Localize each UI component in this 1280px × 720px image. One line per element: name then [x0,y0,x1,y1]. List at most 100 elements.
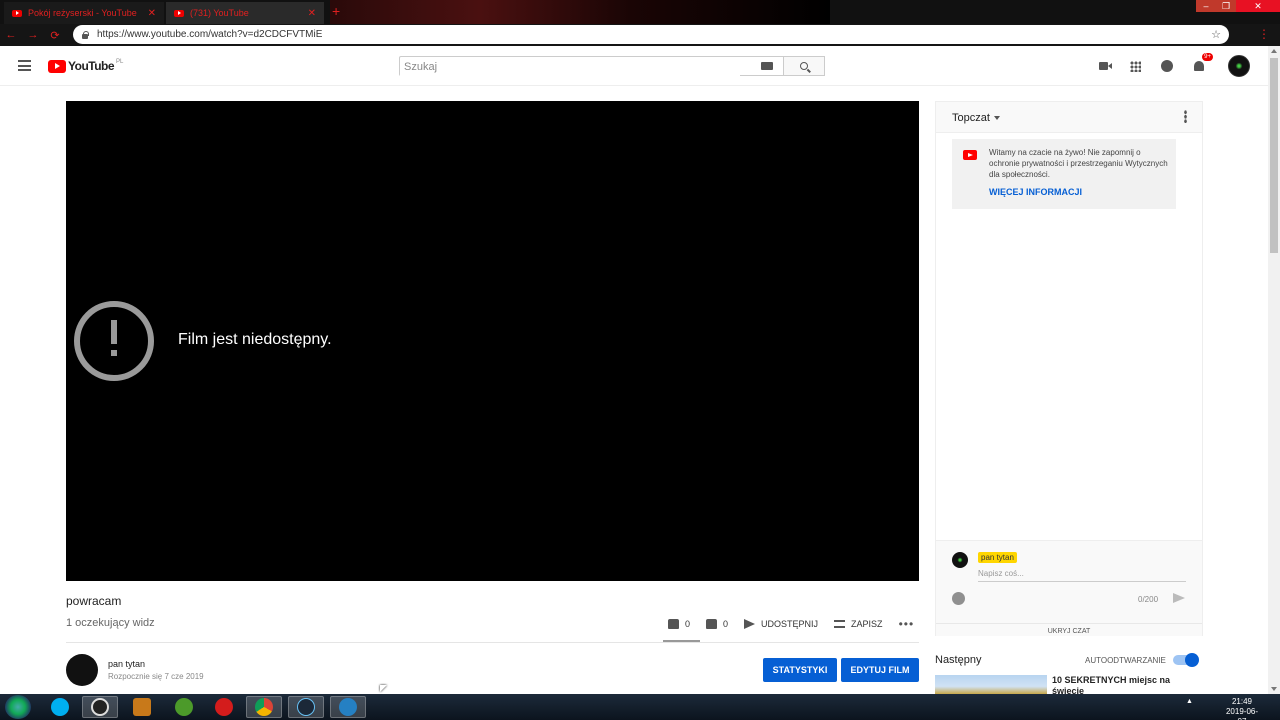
video-title: powracam [66,594,122,608]
logo-wordmark: YouTube [68,59,115,73]
keyboard-icon[interactable] [761,62,773,70]
autoplay-toggle[interactable] [1173,653,1199,667]
obs-icon [91,698,109,716]
browser-tab-2[interactable]: (731) YouTube ✕ [166,2,324,24]
taskbar-steam[interactable] [288,696,324,718]
search-input[interactable] [400,58,740,76]
minimize-button[interactable]: – [1196,0,1216,12]
account-avatar[interactable] [1228,55,1250,77]
skype-icon [51,698,69,716]
scrollbar-thumb[interactable] [1270,58,1278,253]
reload-button[interactable]: ⟳ [44,29,66,42]
youtube-favicon-icon [12,9,22,17]
live-chat-panel: Topczat Witamy na czacie na żywo! Nie za… [935,101,1203,636]
counter-strike-icon [133,698,151,716]
url-text: https://www.youtube.com/watch?v=d2CDCFVT… [97,29,323,40]
taskbar-clock[interactable]: 21:49 2019-06-07 [1222,697,1262,720]
notifications-button[interactable]: 9+ [1191,53,1213,74]
more-actions-icon[interactable]: ••• [899,617,915,631]
search-box [399,56,784,76]
forward-button[interactable]: → [22,29,44,41]
taskbar-garena[interactable] [206,696,242,718]
taskbar-skype[interactable] [42,696,78,718]
garena-icon [215,698,233,716]
channel-name[interactable]: pan tytan [108,659,145,669]
video-actions: 0 0 UDOSTĘPNIJ ZAPISZ ••• [668,617,914,631]
tab-title: (731) YouTube [190,8,249,18]
next-video-thumbnail[interactable] [935,675,1047,694]
video-player[interactable]: Film jest niedostępny. [66,101,919,581]
browser-tab-1[interactable]: Pokój reżyserski - YouTube ✕ [4,2,164,24]
next-video-title[interactable]: 10 SEKRETNYCH miejsc na świecie [1052,675,1192,694]
browser-tab-bar: Pokój reżyserski - YouTube ✕ (731) YouTu… [0,0,1280,24]
up-next-label: Następny [935,654,982,666]
dislike-button[interactable]: 0 [706,619,728,629]
more-info-link[interactable]: WIĘCEJ INFORMACJI [989,187,1082,197]
search-button[interactable] [784,56,825,76]
like-button[interactable]: 0 [668,619,690,629]
scroll-up-arrow-icon[interactable] [1271,49,1277,53]
youtube-logo[interactable]: YouTube PL [48,59,123,73]
apps-button[interactable] [1127,58,1143,74]
menu-icon[interactable] [18,60,31,71]
chat-user-avatar [952,552,968,568]
statistics-button[interactable]: STATYSTYKI [763,658,837,682]
apps-grid-icon [1129,60,1141,72]
address-bar[interactable]: https://www.youtube.com/watch?v=d2CDCFVT… [73,25,1229,44]
share-label: UDOSTĘPNIJ [761,619,819,629]
taskbar-teamspeak[interactable] [330,696,366,718]
start-button[interactable] [5,695,31,719]
share-button[interactable]: UDOSTĘPNIJ [744,619,818,629]
welcome-text: Witamy na czacie na żywo! Nie zapomnij o… [989,148,1168,179]
youtube-masthead: YouTube PL 9+ [0,46,1268,86]
new-tab-button[interactable]: + [332,3,340,19]
taskbar-chrome[interactable] [246,696,282,718]
chat-menu-icon[interactable] [1184,110,1187,123]
save-label: ZAPISZ [851,619,883,629]
thumbs-down-icon [706,619,718,629]
close-window-button[interactable]: ✕ [1236,0,1280,12]
divider [66,642,919,643]
clock-date: 2019-06-07 [1225,707,1259,720]
hide-chat-button[interactable]: UKRYJ CZAT [936,623,1202,635]
tray-expand-icon[interactable]: ▲ [1186,698,1193,705]
maximize-button[interactable]: ❐ [1216,0,1236,12]
tab-title: Pokój reżyserski - YouTube [28,8,137,18]
chat-message-input[interactable]: Napisz coś... [978,569,1186,582]
taskbar-obs[interactable] [82,696,118,718]
steam-icon [297,698,315,716]
back-button[interactable]: ← [0,29,22,41]
page-scrollbar[interactable] [1268,46,1280,694]
browser-menu-icon[interactable]: ⋮ [1258,27,1270,41]
tab-close-icon[interactable]: ✕ [308,8,316,19]
chevron-down-icon[interactable] [994,116,1000,120]
scroll-down-arrow-icon[interactable] [1271,687,1277,691]
error-exclamation-icon [74,301,154,381]
edit-video-button[interactable]: EDYTUJ FILM [841,658,919,682]
youtube-favicon-icon [174,9,184,17]
send-icon[interactable] [1173,593,1185,603]
chat-mode-dropdown[interactable]: Topczat [952,112,990,124]
messages-button[interactable] [1159,58,1175,74]
channel-avatar[interactable] [66,654,98,686]
teamspeak-icon [339,698,357,716]
save-button[interactable]: ZAPISZ [834,619,883,629]
emoji-icon[interactable] [952,592,965,605]
chrome-icon [255,698,273,716]
clock-time: 21:49 [1231,697,1253,706]
create-video-button[interactable] [1095,58,1112,74]
scheduled-date: Rozpocznie się 7 cze 2019 [108,672,204,681]
taskbar-counter-strike[interactable] [124,696,160,718]
taskbar-utorrent[interactable] [166,696,202,718]
dislike-count: 0 [723,619,729,629]
chat-author-name: pan tytan [978,552,1017,563]
bookmark-star-icon[interactable]: ☆ [1211,28,1221,41]
utorrent-icon [175,698,193,716]
region-code: PL [116,59,124,65]
youtube-play-icon [963,150,977,160]
char-counter: 0/200 [1138,595,1159,604]
windows-taskbar [0,694,1280,720]
chat-input-area: pan tytan Napisz coś... 0/200 UKRYJ CZAT [936,540,1202,636]
tab-close-icon[interactable]: ✕ [148,8,156,19]
bell-icon [1194,61,1204,71]
